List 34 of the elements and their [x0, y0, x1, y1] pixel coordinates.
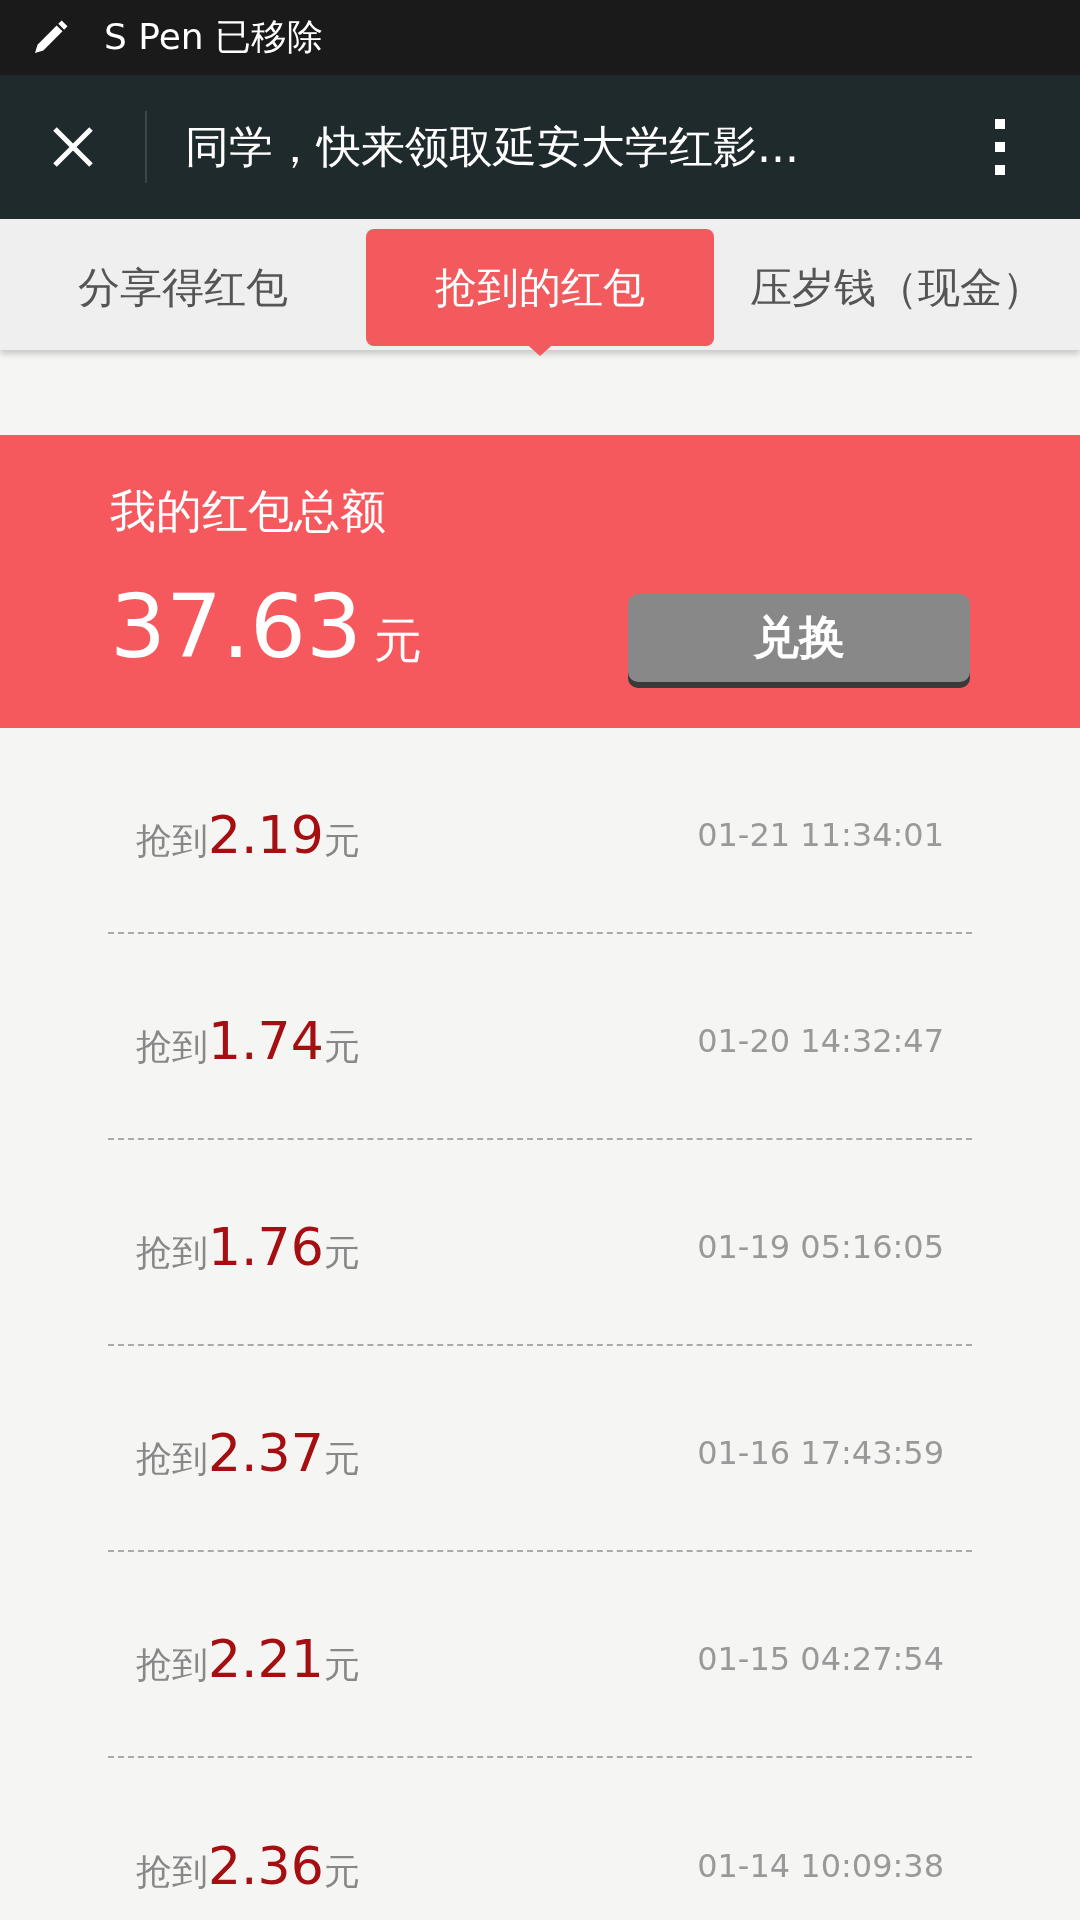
record-time: 01-16 17:43:59: [697, 1434, 944, 1472]
record-label: 抢到: [136, 1436, 208, 1481]
currency-unit: 元: [323, 1024, 360, 1069]
record-amount: 2.21: [208, 1628, 324, 1689]
page-title: 同学，快来领取延安大学红影...: [185, 119, 800, 174]
record-amount: 1.76: [208, 1216, 324, 1277]
currency-unit: 元: [323, 1230, 360, 1275]
record-time: 01-14 10:09:38: [697, 1847, 944, 1885]
record-label: 抢到: [136, 1024, 208, 1069]
currency-unit: 元: [373, 610, 422, 670]
record-amount: 2.19: [208, 804, 324, 865]
record-time: 01-20 14:32:47: [697, 1022, 944, 1060]
menu-icon: [994, 117, 1006, 177]
record-amount: 1.74: [208, 1010, 324, 1071]
record-label: 抢到: [136, 1849, 208, 1894]
record-time: 01-19 05:16:05: [697, 1228, 944, 1266]
record-label: 抢到: [136, 1642, 208, 1687]
close-icon: [50, 125, 95, 169]
total-label: 我的红包总额: [110, 482, 387, 540]
currency-unit: 元: [323, 1849, 360, 1894]
tab[interactable]: 压岁钱（现金）: [714, 229, 1080, 346]
tab[interactable]: 抢到的红包: [366, 229, 714, 346]
record-time: 01-21 11:34:01: [697, 816, 944, 854]
currency-unit: 元: [323, 1642, 360, 1687]
status-text: S Pen 已移除: [104, 15, 324, 59]
record-time: 01-15 04:27:54: [697, 1640, 944, 1678]
currency-unit: 元: [323, 818, 360, 863]
record-label: 抢到: [136, 818, 208, 863]
record-amount: 2.37: [208, 1422, 324, 1483]
record-label: 抢到: [136, 1230, 208, 1275]
tab[interactable]: 分享得红包: [0, 229, 366, 346]
total-amount: 37.63: [110, 582, 362, 671]
currency-unit: 元: [323, 1436, 360, 1481]
record-amount: 2.36: [208, 1835, 324, 1896]
